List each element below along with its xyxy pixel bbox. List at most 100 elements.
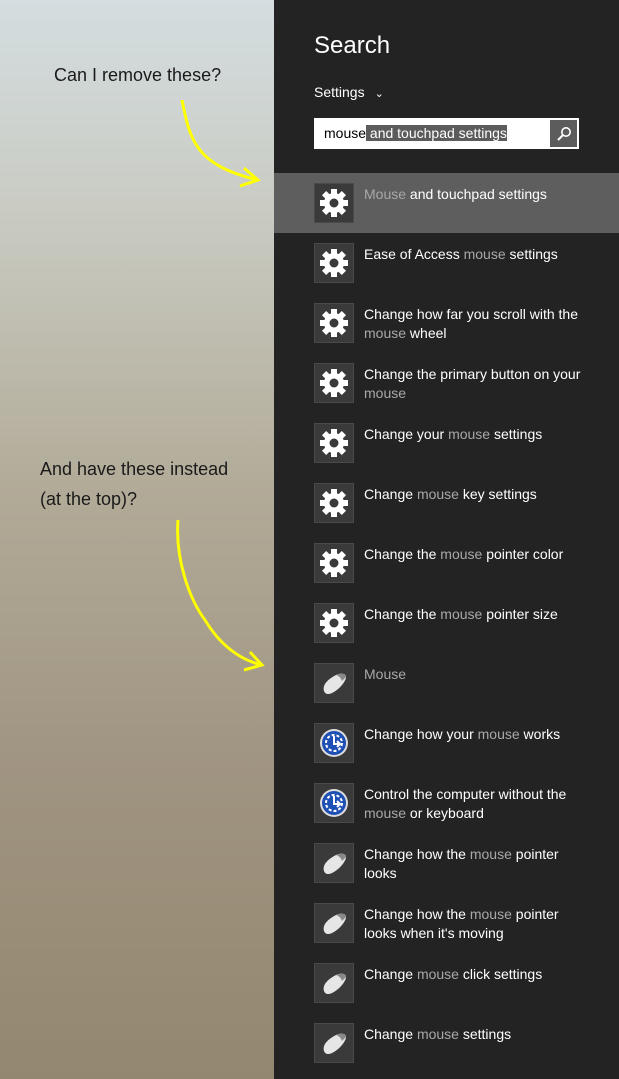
search-icon	[556, 126, 571, 141]
result-label: Mouse and touchpad settings	[364, 185, 589, 204]
mouse-icon	[323, 1033, 346, 1055]
result-label: Change your mouse settings	[364, 425, 589, 444]
result-label: Change how the mouse pointer looks	[364, 845, 589, 883]
label-text: click settings	[458, 966, 543, 982]
label-text: settings	[490, 426, 543, 442]
label-text: works	[519, 726, 561, 742]
label-text: settings	[458, 1026, 512, 1042]
result-item[interactable]: Change the mouse pointer size	[274, 593, 619, 653]
result-item[interactable]: Change your mouse settings	[274, 413, 619, 473]
search-button[interactable]	[550, 120, 577, 147]
chevron-down-icon: ⌄	[374, 88, 384, 100]
result-icon	[314, 363, 354, 403]
label-text: key settings	[458, 486, 537, 502]
result-item[interactable]: Change how far you scroll with the mouse…	[274, 293, 619, 353]
result-item[interactable]: Ease of Access mouse settings	[274, 233, 619, 293]
arrow-1	[180, 99, 259, 182]
label-text: Change	[364, 1026, 417, 1042]
result-item[interactable]: Change mouse settings	[274, 1013, 619, 1073]
label-text: settings	[505, 246, 558, 262]
label-match: mouse	[364, 385, 407, 401]
label-match: mouse	[440, 546, 483, 562]
result-item[interactable]: Control the computer without the mouse o…	[274, 773, 619, 833]
result-icon	[314, 783, 354, 823]
label-text: Change your	[364, 426, 449, 442]
result-item[interactable]: Change how the mouse pointer looks	[274, 833, 619, 893]
result-item[interactable]: Mouse and touchpad settings	[274, 173, 619, 233]
mouse-icon	[323, 973, 346, 995]
result-icon	[314, 303, 354, 343]
label-match: mouse	[416, 486, 459, 502]
result-icon	[314, 543, 354, 583]
label-text: Control the computer without the	[364, 786, 567, 802]
gear-icon	[320, 549, 348, 577]
label-text: Change how the	[364, 906, 470, 922]
result-icon	[314, 603, 354, 643]
result-item[interactable]: Change mouse key settings	[274, 473, 619, 533]
label-text: Change how your	[364, 726, 478, 742]
mouse-icon	[323, 853, 346, 875]
ease-of-access-icon	[320, 789, 348, 817]
label-match: mouse	[477, 726, 520, 742]
label-match: mouse	[440, 606, 483, 622]
result-label: Control the computer without the mouse o…	[364, 785, 589, 823]
result-item[interactable]: Change mouse click settings	[274, 953, 619, 1013]
scope-label: Settings	[314, 84, 365, 100]
gear-icon	[320, 609, 348, 637]
search-charm: Search Settings ⌄ mouse and touchpad sett…	[274, 0, 619, 1079]
result-item[interactable]: Change how your mouse works	[274, 713, 619, 773]
result-label: Change how your mouse works	[364, 725, 589, 744]
gear-icon	[320, 189, 348, 217]
label-match: mouse	[416, 1026, 459, 1042]
result-icon	[314, 723, 354, 763]
label-match: mouse	[364, 805, 407, 821]
query-autocomplete: and touchpad settings	[366, 125, 507, 141]
label-match: mouse	[416, 966, 459, 982]
label-text: or keyboard	[406, 805, 484, 821]
result-item[interactable]: Mouse	[274, 653, 619, 713]
label-text: Change the	[364, 546, 441, 562]
result-item[interactable]: Change the mouse pointer color	[274, 533, 619, 593]
result-icon	[314, 183, 354, 223]
gear-icon	[320, 429, 348, 457]
gear-icon	[320, 489, 348, 517]
result-label: Change mouse click settings	[364, 965, 589, 984]
label-text: Ease of Access	[364, 246, 464, 262]
query-typed: mouse	[324, 125, 367, 141]
arrow-2	[176, 519, 263, 667]
result-icon	[314, 963, 354, 1003]
gear-icon	[320, 309, 348, 337]
result-icon	[314, 243, 354, 283]
result-icon	[314, 903, 354, 943]
result-label: Change how far you scroll with the mouse…	[364, 305, 589, 343]
label-text: Change how the	[364, 846, 470, 862]
result-item[interactable]: Change the primary button on your mouse	[274, 353, 619, 413]
gear-icon	[320, 369, 348, 397]
result-label: Change mouse key settings	[364, 485, 589, 504]
label-text: Change	[364, 966, 417, 982]
label-text: Change	[364, 486, 417, 502]
label-match: mouse	[469, 846, 512, 862]
result-item[interactable]: Change how the mouse pointer looks when …	[274, 893, 619, 953]
label-text: and touchpad settings	[406, 186, 547, 202]
search-input[interactable]: mouse and touchpad settings	[314, 118, 579, 149]
label-match: Mouse	[364, 186, 407, 202]
result-icon	[314, 1023, 354, 1063]
label-match: mouse	[463, 246, 506, 262]
result-label: Change mouse settings	[364, 1025, 589, 1044]
label-text: pointer color	[482, 546, 564, 562]
mouse-icon	[323, 673, 346, 695]
scope-dropdown[interactable]: Settings ⌄	[314, 84, 384, 100]
ease-of-access-icon	[320, 729, 348, 757]
label-text: Change how far you scroll with the	[364, 306, 578, 322]
result-label: Change how the mouse pointer looks when …	[364, 905, 589, 943]
label-text: Change the primary button on your	[364, 366, 581, 382]
label-text: wheel	[406, 325, 447, 341]
result-label: Change the mouse pointer size	[364, 605, 589, 624]
label-match: mouse	[469, 906, 512, 922]
search-title: Search	[314, 32, 391, 59]
label-text: Change the	[364, 606, 441, 622]
result-label: Change the primary button on your mouse	[364, 365, 589, 403]
result-label: Ease of Access mouse settings	[364, 245, 589, 264]
result-icon	[314, 843, 354, 883]
